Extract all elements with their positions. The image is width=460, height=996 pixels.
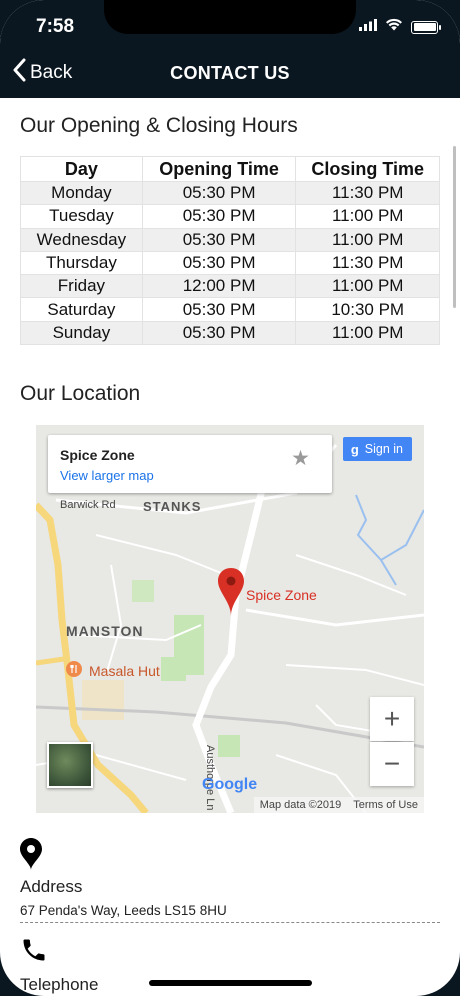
cell-day: Sunday <box>20 320 143 346</box>
map-data-credit: Map data ©2019 <box>259 799 342 811</box>
area-label-manston: MANSTON <box>66 623 144 639</box>
map-card-name: Spice Zone <box>60 447 135 463</box>
table-row: Saturday 05:30 PM 10:30 PM <box>20 297 440 322</box>
cell-opening: 05:30 PM <box>141 180 297 206</box>
cell-closing: 11:00 PM <box>295 227 440 252</box>
hours-title: Our Opening & Closing Hours <box>20 114 298 137</box>
cell-closing: 10:30 PM <box>295 297 440 322</box>
cell-day: Tuesday <box>20 204 143 229</box>
header-opening: Opening Time <box>141 156 297 182</box>
status-icons <box>359 18 441 36</box>
restaurant-poi-icon[interactable] <box>66 661 82 682</box>
google-logo-text: Google <box>202 776 258 793</box>
cell-day: Monday <box>20 180 143 206</box>
header-closing: Closing Time <box>295 156 440 182</box>
wifi-icon <box>385 18 403 36</box>
satellite-toggle-thumbnail[interactable] <box>47 742 93 788</box>
cell-opening: 05:30 PM <box>141 297 297 322</box>
cell-day: Thursday <box>20 250 143 276</box>
cell-opening: 05:30 PM <box>141 250 297 276</box>
cell-closing: 11:00 PM <box>295 204 440 229</box>
address-label: Address <box>20 877 83 896</box>
hours-header-row: Day Opening Time Closing Time <box>20 156 440 182</box>
table-row: Tuesday 05:30 PM 11:00 PM <box>20 204 440 229</box>
table-row: Wednesday 05:30 PM 11:00 PM <box>20 227 440 252</box>
address-value: 67 Penda's Way, Leeds LS15 8HU <box>20 903 227 918</box>
zoom-in-button[interactable]: + <box>370 697 414 741</box>
divider <box>20 922 440 923</box>
cell-closing: 11:30 PM <box>295 180 440 206</box>
cellular-icon <box>359 18 377 36</box>
contact-content[interactable]: Our Opening & Closing Hours Day Opening … <box>0 98 460 996</box>
phone-screen: 7:58 Back CONTACT US Our Opening & Closi… <box>0 0 460 996</box>
battery-icon <box>411 20 441 34</box>
hours-table: Day Opening Time Closing Time Monday 05:… <box>20 156 440 346</box>
table-row: Thursday 05:30 PM 11:30 PM <box>20 250 440 276</box>
cell-day: Wednesday <box>20 227 143 252</box>
google-logo: Google <box>202 776 257 794</box>
app-header: 7:58 Back CONTACT US <box>0 0 460 98</box>
view-larger-map-link[interactable]: View larger map <box>60 468 154 483</box>
google-g-icon: g <box>350 441 359 457</box>
star-icon[interactable]: ★ <box>291 446 310 471</box>
cell-opening: 12:00 PM <box>141 274 297 299</box>
location-title: Our Location <box>20 382 141 405</box>
sign-in-label: Sign in <box>364 442 403 456</box>
road-label-barwick: Barwick Rd <box>60 499 116 511</box>
map-pin-icon[interactable] <box>218 568 244 621</box>
status-time: 7:58 <box>36 16 75 37</box>
cell-closing: 11:00 PM <box>295 274 440 299</box>
cell-opening: 05:30 PM <box>141 227 297 252</box>
location-map[interactable]: Spice Zone View larger map ★ g Sign in B… <box>36 425 424 813</box>
map-footer: Map data ©2019 Terms of Use <box>253 797 424 813</box>
cell-opening: 05:30 PM <box>141 204 297 229</box>
cell-closing: 11:30 PM <box>295 250 440 276</box>
map-sign-in-button[interactable]: g Sign in <box>342 437 412 461</box>
map-info-card: Spice Zone View larger map ★ <box>48 435 332 493</box>
map-pin-label: Spice Zone <box>246 587 317 603</box>
device-notch <box>104 0 356 34</box>
table-row: Friday 12:00 PM 11:00 PM <box>20 274 440 299</box>
area-label-stanks: STANKS <box>143 499 202 514</box>
poi-label-masala-hut: Masala Hut <box>89 663 160 679</box>
scrollbar[interactable] <box>453 146 456 308</box>
map-pin-icon <box>20 838 42 875</box>
cell-closing: 11:00 PM <box>295 320 440 346</box>
zoom-out-button[interactable]: − <box>370 742 414 786</box>
terms-of-use-link[interactable]: Terms of Use <box>353 799 418 811</box>
cell-day: Saturday <box>20 297 143 322</box>
cell-day: Friday <box>20 274 143 299</box>
home-indicator[interactable] <box>149 980 312 986</box>
phone-icon <box>20 936 48 969</box>
telephone-label: Telephone <box>20 975 99 994</box>
page-title: CONTACT US <box>170 63 290 83</box>
cell-opening: 05:30 PM <box>141 320 297 346</box>
table-row: Monday 05:30 PM 11:30 PM <box>20 180 440 206</box>
table-row: Sunday 05:30 PM 11:00 PM <box>20 320 440 346</box>
header-day: Day <box>20 156 143 182</box>
